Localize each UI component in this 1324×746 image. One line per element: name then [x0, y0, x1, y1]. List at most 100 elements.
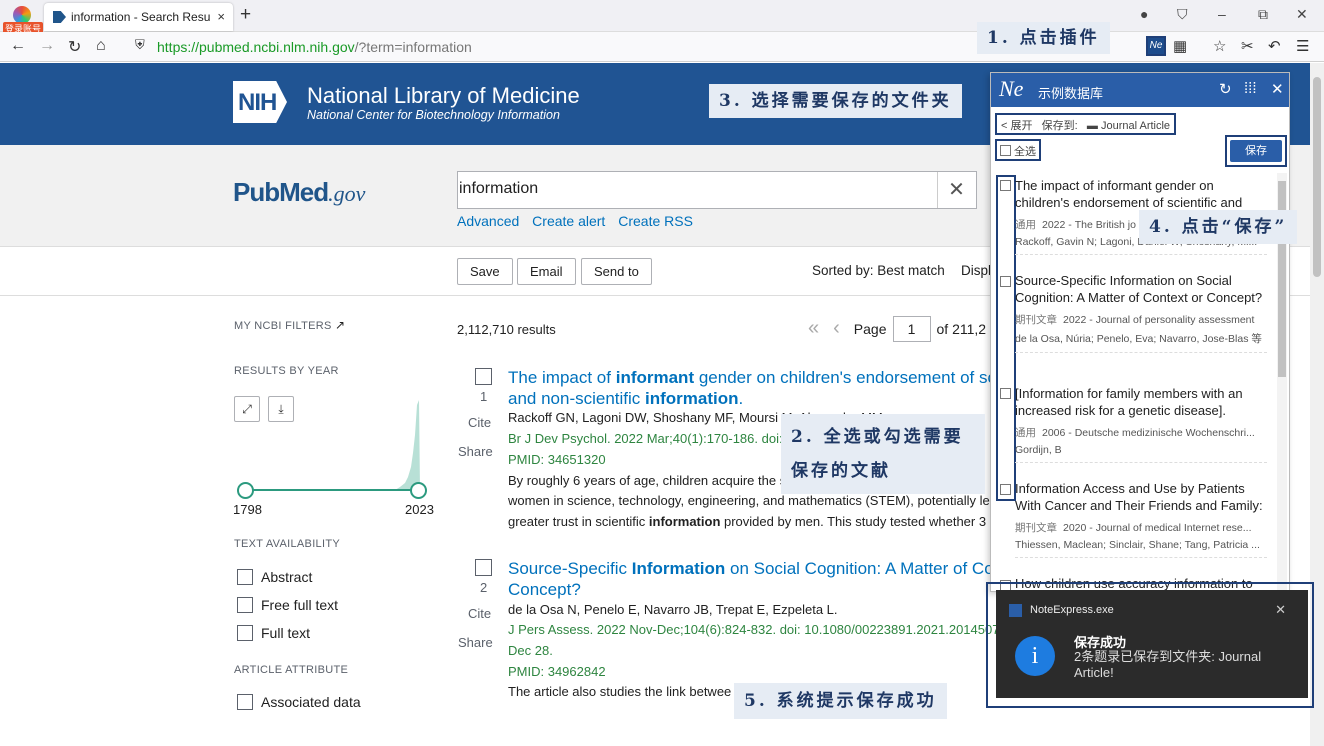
refresh-icon[interactable]: ↻ [1219, 80, 1232, 98]
result-number: 1 [480, 389, 488, 404]
toast-close-icon[interactable]: ✕ [1275, 602, 1286, 618]
item-checkbox[interactable] [1000, 276, 1011, 287]
result-title[interactable]: Source-Specific Information on Social Co… [508, 558, 1028, 600]
panel-close-icon[interactable]: ✕ [1271, 80, 1284, 98]
callout-step-1: 1. 点击插件 [977, 22, 1110, 54]
send-to-button[interactable]: Send to [581, 258, 652, 285]
tab-close-icon[interactable]: × [217, 9, 225, 24]
callout-step-3: 3. 选择需要保存的文件夹 [709, 84, 962, 118]
share-button[interactable]: Share [458, 635, 493, 650]
year-min-handle[interactable] [237, 482, 254, 499]
nih-logo[interactable]: NIH [233, 81, 299, 123]
prev-page-icon[interactable]: ‹ [833, 317, 840, 339]
year-max-label: 2023 [405, 502, 434, 517]
email-button[interactable]: Email [517, 258, 576, 285]
item-checkbox[interactable] [1000, 180, 1011, 191]
cut-icon[interactable]: ✂ [1241, 37, 1254, 55]
result-snippet: The article also studies the link betwee [508, 684, 732, 699]
noteexpress-header: Ne 示例数据库 ↻ ⁞⁞⁞ ✕ [991, 73, 1289, 107]
result-checkbox[interactable] [475, 559, 492, 576]
select-all-checkbox[interactable]: 全选 [995, 139, 1041, 161]
forward-arrow-icon[interactable]: → [39, 37, 55, 55]
noteexpress-extension-icon[interactable]: Ne [1146, 36, 1166, 56]
toast-message: 2条题录已保存到文件夹: Journal Article! [1074, 649, 1262, 680]
account-icon[interactable]: ● [1140, 6, 1148, 22]
new-tab-button[interactable]: + [240, 4, 251, 26]
nlm-title[interactable]: National Library of Medicine [307, 83, 580, 109]
tab-title: information - Search Results [71, 10, 211, 24]
result-citation-cont: Dec 28. [508, 643, 553, 658]
result-citation: Br J Dev Psychol. 2022 Mar;40(1):170-186… [508, 431, 794, 446]
folder-selector[interactable]: < 展开 保存到: ▬ Journal Article [995, 113, 1177, 135]
minimize-button[interactable]: – [1218, 6, 1226, 22]
filter-associated-data[interactable]: Associated data [237, 694, 361, 710]
my-ncbi-filters-heading[interactable]: MY NCBI FILTERS ↗ [234, 318, 345, 332]
browser-nav-bar: ← → ↻ ⌂ ⛨ https://pubmed.ncbi.nlm.nih.go… [0, 32, 1324, 62]
result-pmid: PMID: 34962842 [508, 664, 606, 679]
result-pmid: PMID: 34651320 [508, 452, 606, 467]
home-icon[interactable]: ⌂ [96, 37, 106, 55]
result-authors: de la Osa N, Penelo E, Navarro JB, Trepa… [508, 602, 838, 617]
list-item[interactable]: [Information for family members with an … [1015, 385, 1267, 463]
pubmed-favicon-icon [53, 11, 66, 23]
year-range-track [245, 489, 419, 491]
create-alert-link[interactable]: Create alert [532, 213, 605, 229]
result-title[interactable]: The impact of informant gender on childr… [508, 367, 1028, 409]
item-checkbox[interactable] [1000, 484, 1011, 495]
filter-free-full-text[interactable]: Free full text [237, 597, 338, 613]
callout-step-2: 2. 全选或勾选需要保存的文献 [781, 414, 985, 494]
share-button[interactable]: Share [458, 444, 493, 459]
folder-icon: ▬ [1086, 120, 1098, 132]
list-item[interactable]: Source-Specific Information on Social Co… [1015, 272, 1267, 353]
browser-tab[interactable]: information - Search Results × [44, 3, 233, 31]
result-checkbox[interactable] [475, 368, 492, 385]
back-arrow-icon[interactable]: ← [10, 37, 26, 55]
noteexpress-panel: Ne 示例数据库 ↻ ⁞⁞⁞ ✕ < 展开 保存到: ▬ Journal Art… [990, 72, 1290, 592]
year-histogram [245, 400, 420, 490]
first-page-icon[interactable]: « [808, 317, 819, 339]
year-min-label: 1798 [233, 502, 262, 517]
database-name: 示例数据库 [1038, 86, 1104, 101]
shirt-theme-icon[interactable]: ⛉ [1177, 6, 1188, 23]
noteexpress-app-icon [1009, 604, 1022, 617]
filter-full-text[interactable]: Full text [237, 625, 310, 641]
save-button[interactable]: Save [457, 258, 513, 285]
favorites-list-icon[interactable]: ☆ [1213, 37, 1226, 55]
save-frame: 保存 [1225, 135, 1287, 167]
undo-icon[interactable]: ↶ [1268, 37, 1281, 55]
shield-icon: ⛨ [135, 37, 145, 52]
clear-search-icon[interactable]: ✕ [937, 172, 975, 208]
url-bar[interactable]: ⛨ https://pubmed.ncbi.nlm.nih.gov/?term=… [128, 35, 968, 59]
sort-selector[interactable]: Sorted by: Best match [812, 263, 945, 278]
year-max-handle[interactable] [410, 482, 427, 499]
advanced-link[interactable]: Advanced [457, 213, 519, 229]
result-snippet: By roughly 6 years of age, children acqu… [508, 473, 787, 488]
item-checkbox[interactable] [1000, 388, 1011, 399]
cite-button[interactable]: Cite [468, 606, 491, 621]
info-icon: i [1015, 636, 1055, 676]
noteexpress-logo: Ne [999, 76, 1024, 101]
menu-icon[interactable]: ☰ [1296, 37, 1309, 55]
folder-name[interactable]: Journal Article [1101, 120, 1170, 132]
filter-abstract[interactable]: Abstract [237, 569, 312, 585]
checkbox-column-highlight [996, 175, 1016, 501]
extensions-grid-icon[interactable]: ▦ [1173, 37, 1187, 55]
pubmed-logo[interactable]: PubMed.gov [233, 177, 365, 208]
list-item[interactable]: Information Access and Use by Patients W… [1015, 480, 1267, 558]
create-rss-link[interactable]: Create RSS [618, 213, 693, 229]
result-citation: J Pers Assess. 2022 Nov-Dec;104(6):824-8… [508, 622, 1016, 637]
search-input[interactable]: information [457, 171, 977, 209]
cite-button[interactable]: Cite [468, 415, 491, 430]
results-count: 2,112,710 results [457, 322, 556, 337]
maximize-button[interactable]: ⧉ [1258, 6, 1268, 23]
reload-icon[interactable]: ↻ [68, 37, 81, 57]
noteexpress-save-button[interactable]: 保存 [1230, 140, 1282, 162]
callout-step-4: 4. 点击“保存” [1139, 210, 1298, 244]
expand-link[interactable]: < 展开 [1001, 120, 1032, 132]
search-links: Advanced Create alert Create RSS [457, 213, 702, 229]
browser-profile-badge[interactable]: 登录账号 [3, 4, 44, 35]
window-close-button[interactable]: ✕ [1296, 6, 1308, 23]
apps-grid-icon[interactable]: ⁞⁞⁞ [1244, 80, 1257, 97]
callout-step-5: 5. 系统提示保存成功 [734, 683, 947, 719]
page-input[interactable]: 1 [892, 316, 931, 342]
